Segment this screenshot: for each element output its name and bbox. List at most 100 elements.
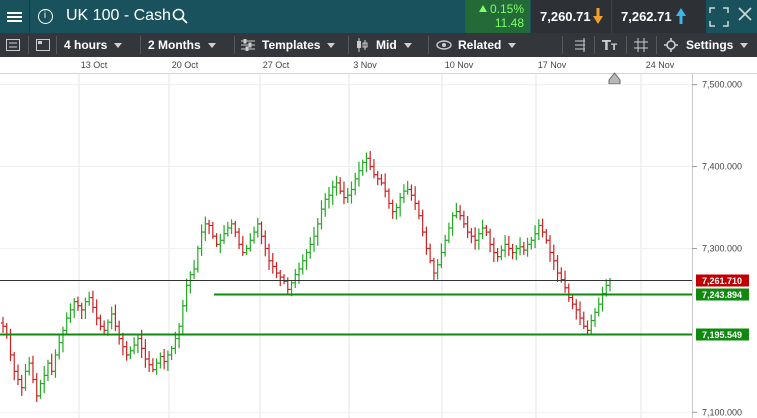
ohlc-bar-up (315, 218, 320, 246)
interval-dropdown[interactable]: 4 hours (64, 33, 123, 57)
ohlc-bar-down (15, 364, 20, 385)
price-tick-label: 7,400.000 (702, 162, 742, 172)
change-percent: 0.15% (489, 2, 524, 16)
expand-icon[interactable] (708, 6, 730, 28)
ohlc-bar-down (98, 314, 103, 331)
ohlc-bar-up (356, 161, 361, 187)
ohlc-bar-up (334, 175, 339, 196)
templates-dropdown[interactable]: Templates (240, 33, 336, 57)
sell-button[interactable]: 7,260.71 (531, 0, 611, 33)
chevron-down-icon (508, 42, 517, 48)
date-tick-label: 24 Nov (645, 60, 675, 70)
chart-grid (0, 74, 692, 418)
ohlc-bar-down (19, 374, 24, 396)
ohlc-bar-up (330, 180, 335, 205)
ohlc-bar-down (120, 332, 125, 356)
ohlc-bar-down (420, 209, 425, 237)
ohlc-bar-up (435, 259, 440, 280)
related-dropdown[interactable]: Related (436, 33, 517, 57)
hamburger-menu-icon[interactable] (0, 0, 30, 33)
ohlc-bar-up (353, 172, 358, 196)
ohlc-bar-down (566, 283, 571, 302)
chevron-down-icon (327, 42, 336, 48)
ohlc-bar-down (465, 216, 470, 239)
price-type-label: Mid (376, 38, 397, 52)
horizontal-lines: 7,261.710 7,243.894 7,195.549 (0, 274, 749, 341)
date-tick-label: 17 Nov (537, 60, 567, 70)
templates-icon (241, 39, 255, 51)
ohlc-bar-down (282, 274, 287, 285)
ohlc-bar-up (600, 286, 605, 312)
ohlc-bar-down (210, 221, 215, 239)
settings-button[interactable]: Settings (664, 33, 749, 57)
ohlc-bar-up (252, 226, 257, 244)
ohlc-bar-down (285, 277, 290, 295)
ohlc-bar-down (274, 262, 279, 279)
ohlc-bar-up (105, 319, 110, 336)
buy-button[interactable]: 7,262.71 (612, 0, 706, 33)
range-dropdown[interactable]: 2 Months (148, 33, 216, 57)
ohlc-bar-down (338, 177, 343, 195)
ohlc-bar-down (278, 270, 283, 287)
candles-icon (357, 38, 368, 52)
list-icon[interactable] (6, 33, 20, 57)
price-tick-label: 7,100.000 (702, 407, 742, 417)
ohlc-bar-down (484, 224, 489, 237)
change-points: 11.48 (494, 16, 524, 30)
ohlc-bar-up (364, 152, 369, 173)
svg-text:T: T (602, 39, 611, 52)
ohlc-bar-down (341, 181, 346, 205)
crosshair-grid-icon[interactable] (634, 33, 648, 57)
ohlc-bar-down (237, 227, 242, 250)
ohlc-bar-down (124, 340, 129, 361)
ohlc-bar-up (300, 254, 305, 275)
ohlc-bar-up (83, 297, 88, 319)
down-arrow-icon (593, 8, 603, 24)
ohlc-bar-up (169, 345, 174, 361)
notes-icon[interactable] (574, 33, 586, 57)
close-icon[interactable] (738, 7, 752, 21)
ohlc-bar-up (158, 352, 163, 369)
ohlc-bar-up (57, 335, 62, 360)
ohlc-bar-up (128, 346, 133, 360)
ohlc-bar-down (233, 220, 238, 238)
ohlc-bar-down (431, 257, 436, 281)
price-axis-divider (692, 74, 693, 418)
ohlc-bar-down (102, 320, 107, 334)
templates-label: Templates (262, 38, 321, 52)
ohlc-bar-down (94, 299, 99, 326)
ohlc-bar-up (308, 237, 313, 259)
ohlc-bar-up (405, 180, 410, 195)
layout-grid-icon[interactable] (36, 33, 50, 57)
info-icon[interactable]: i (31, 0, 59, 33)
ohlc-bar-down (1, 316, 5, 333)
ohlc-bar-down (379, 174, 384, 186)
ohlc-bar-up (53, 349, 58, 378)
ohlc-bar-up (518, 237, 523, 256)
price-tick-label: 7,300.000 (702, 243, 742, 253)
chevron-down-icon (207, 42, 216, 48)
ohlc-bar-up (72, 298, 77, 319)
up-triangle-icon (479, 5, 487, 12)
ohlc-bar-down (409, 184, 414, 201)
price-type-dropdown[interactable]: Mid (356, 33, 412, 57)
date-tick-label: 20 Oct (171, 60, 199, 70)
instrument-title[interactable]: UK 100 - Cash (66, 7, 171, 25)
ohlc-bar-down (458, 205, 463, 221)
ohlc-bar-down (578, 301, 583, 326)
price-level-label: 7,243.894 (696, 288, 749, 301)
text-size-icon[interactable]: TT (602, 33, 620, 57)
search-icon[interactable] (172, 8, 188, 24)
ohlc-bar-up (304, 249, 309, 270)
ohlc-bar-down (495, 248, 500, 262)
title-bar: i UK 100 - Cash 0.15% 11.48 7,260.71 7,2… (0, 0, 757, 33)
ohlc-bar-up (27, 356, 32, 376)
ohlc-bar-down (491, 237, 496, 263)
ohlc-bar-down (390, 199, 395, 219)
price-chart[interactable]: 7,261.710 7,243.894 7,195.549 7,500.000 7,4… (0, 74, 757, 418)
price-tick-label: 7,500.000 (702, 80, 742, 90)
ohlc-bar-down (30, 355, 35, 384)
ohlc-bar-down (469, 227, 474, 244)
ohlc-bar-up (454, 202, 459, 219)
ohlc-bar-up (480, 219, 485, 240)
